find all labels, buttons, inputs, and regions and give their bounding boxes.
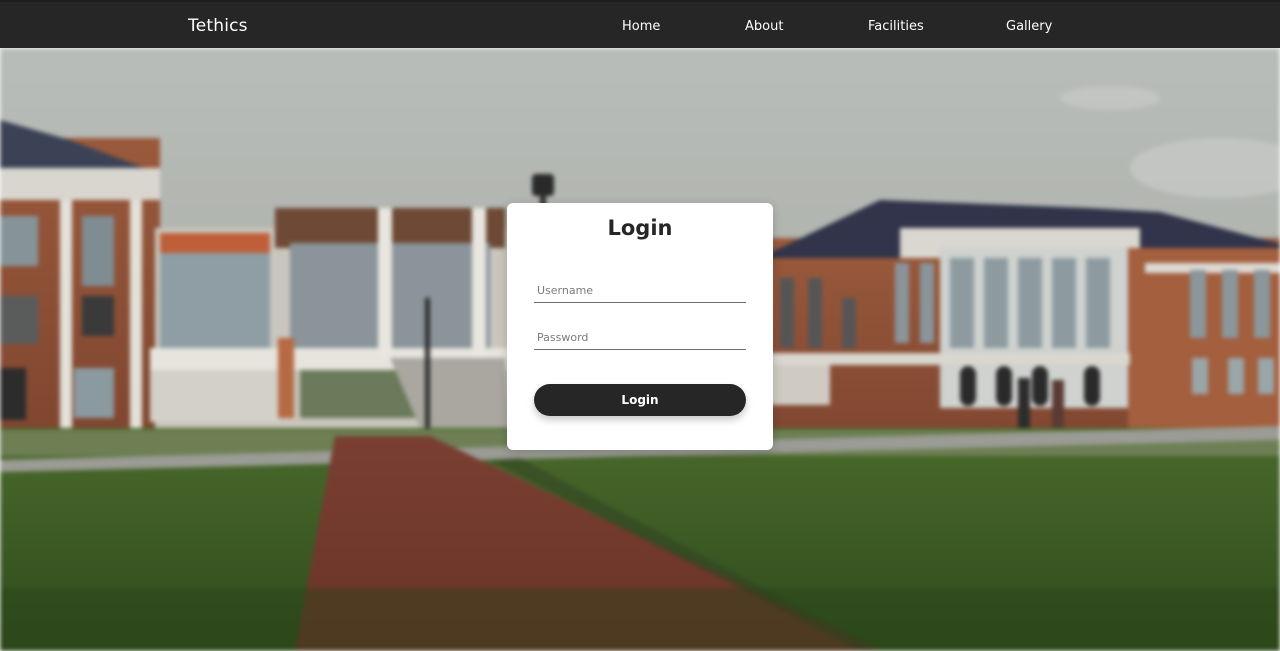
brand-logo-text[interactable]: Tethics xyxy=(188,16,248,36)
login-button[interactable]: Login xyxy=(534,384,746,416)
nav-link-gallery[interactable]: Gallery xyxy=(1006,19,1052,34)
login-title: Login xyxy=(607,216,673,240)
top-navbar: Tethics Home About Facilities Gallery xyxy=(0,0,1280,48)
login-card: Login Login xyxy=(507,203,773,450)
username-input[interactable] xyxy=(534,279,746,303)
nav-link-facilities[interactable]: Facilities xyxy=(868,19,924,34)
nav-link-home[interactable]: Home xyxy=(622,19,660,34)
password-input[interactable] xyxy=(534,326,746,350)
login-page: Tethics Home About Facilities Gallery Lo… xyxy=(0,0,1280,651)
nav-link-about[interactable]: About xyxy=(745,19,783,34)
